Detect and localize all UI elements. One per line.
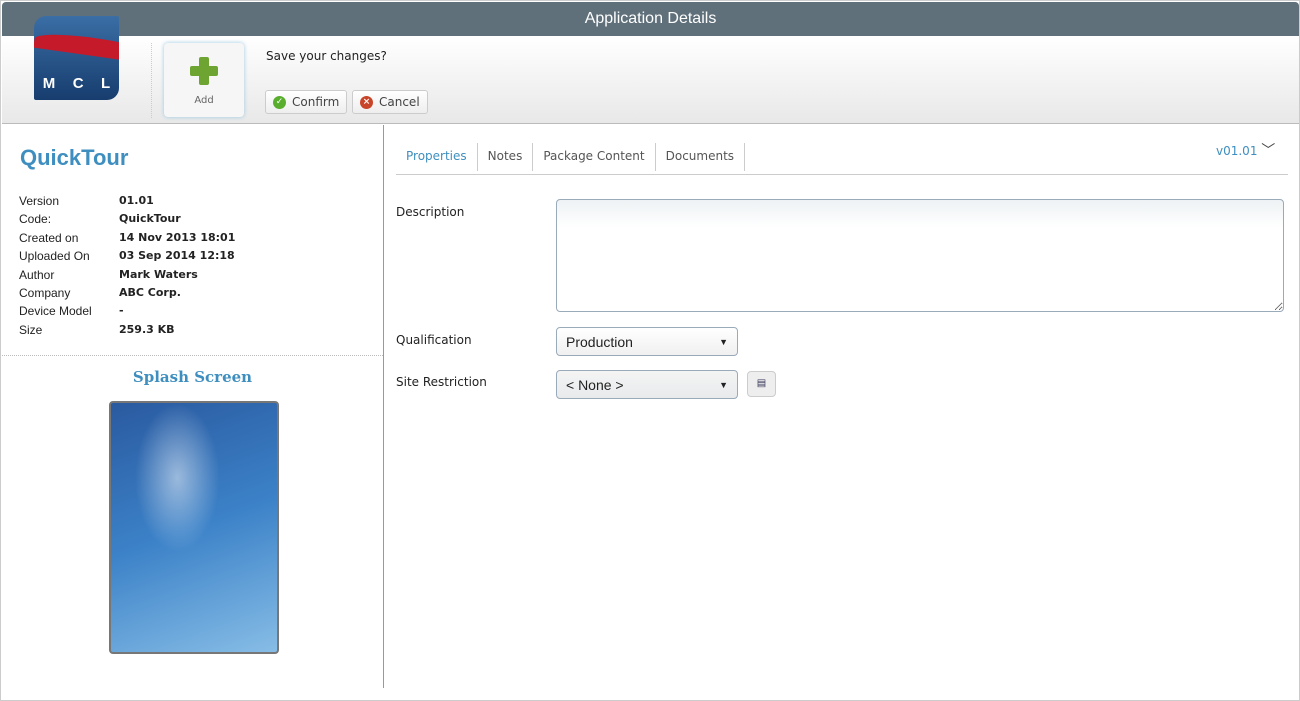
tab-notes[interactable]: Notes xyxy=(478,143,534,171)
description-input[interactable] xyxy=(556,199,1284,312)
app-info: Version 01.01 Code: QuickTour Created on 14… xyxy=(19,194,235,341)
qualification-select[interactable]: Production ▼ xyxy=(556,327,738,356)
add-label: Add xyxy=(194,95,214,106)
field-label: Uploaded On xyxy=(19,249,90,264)
field-value: 14 Nov 2013 18:01 xyxy=(119,230,236,244)
site-restriction-label: Site Restriction xyxy=(396,375,487,389)
splash-screen-title: Splash Screen xyxy=(132,368,253,386)
splash-screen-image xyxy=(109,401,279,654)
site-list-button[interactable]: ▤ xyxy=(747,371,776,397)
version-selector[interactable]: v01.01 ﹀ xyxy=(1216,140,1275,160)
field-label: Author xyxy=(19,267,55,282)
version-label: v01.01 xyxy=(1216,144,1258,158)
field-value: Mark Waters xyxy=(119,267,198,281)
field-label: Created on xyxy=(19,230,79,245)
qualification-value: Production xyxy=(566,334,633,350)
site-restriction-value: < None > xyxy=(566,377,624,393)
field-value: QuickTour xyxy=(119,212,181,226)
check-icon: ✓ xyxy=(273,95,286,109)
description-label: Description xyxy=(396,205,465,219)
field-value: 01.01 xyxy=(119,194,154,207)
close-icon: × xyxy=(360,95,373,109)
tab-bar: Properties Notes Package Content Documen… xyxy=(396,143,746,171)
qualification-label: Qualification xyxy=(396,333,472,347)
field-value: 259.3 KB xyxy=(119,322,175,336)
dropdown-arrow-icon: ▼ xyxy=(719,337,728,347)
plus-icon xyxy=(190,57,218,85)
tab-divider xyxy=(396,174,1288,175)
chevron-down-icon: ﹀ xyxy=(1261,143,1276,159)
app-summary-panel: QuickTour Version 01.01 Code: QuickTour Cr… xyxy=(2,125,384,688)
confirm-label: Confirm xyxy=(292,95,340,109)
site-restriction-select[interactable]: < None > ▼ xyxy=(556,370,738,399)
window-title: Application Details xyxy=(2,2,1299,36)
field-label: Size xyxy=(19,322,43,337)
mcl-logo: MCL xyxy=(34,16,119,100)
divider xyxy=(2,355,383,356)
field-value: - xyxy=(119,304,124,318)
field-label: Company xyxy=(19,285,71,300)
tab-documents[interactable]: Documents xyxy=(656,143,746,171)
app-title: QuickTour xyxy=(20,145,129,170)
tab-properties[interactable]: Properties xyxy=(396,143,478,171)
field-label: Code: xyxy=(19,212,52,227)
field-value: 03 Sep 2014 12:18 xyxy=(119,249,235,263)
field-label: Version xyxy=(19,194,60,208)
cancel-label: Cancel xyxy=(379,95,420,109)
cancel-button[interactable]: × Cancel xyxy=(352,90,428,114)
add-button[interactable]: Add xyxy=(164,43,244,117)
field-value: ABC Corp. xyxy=(119,285,181,299)
confirm-button[interactable]: ✓ Confirm xyxy=(265,90,348,114)
dropdown-arrow-icon: ▼ xyxy=(719,380,728,390)
save-prompt: Save your changes? xyxy=(266,49,387,63)
toolbar-divider xyxy=(151,43,152,118)
tab-package-content[interactable]: Package Content xyxy=(533,143,656,171)
site-list-icon: ▤ xyxy=(756,378,767,389)
field-label: Device Model xyxy=(19,304,92,319)
